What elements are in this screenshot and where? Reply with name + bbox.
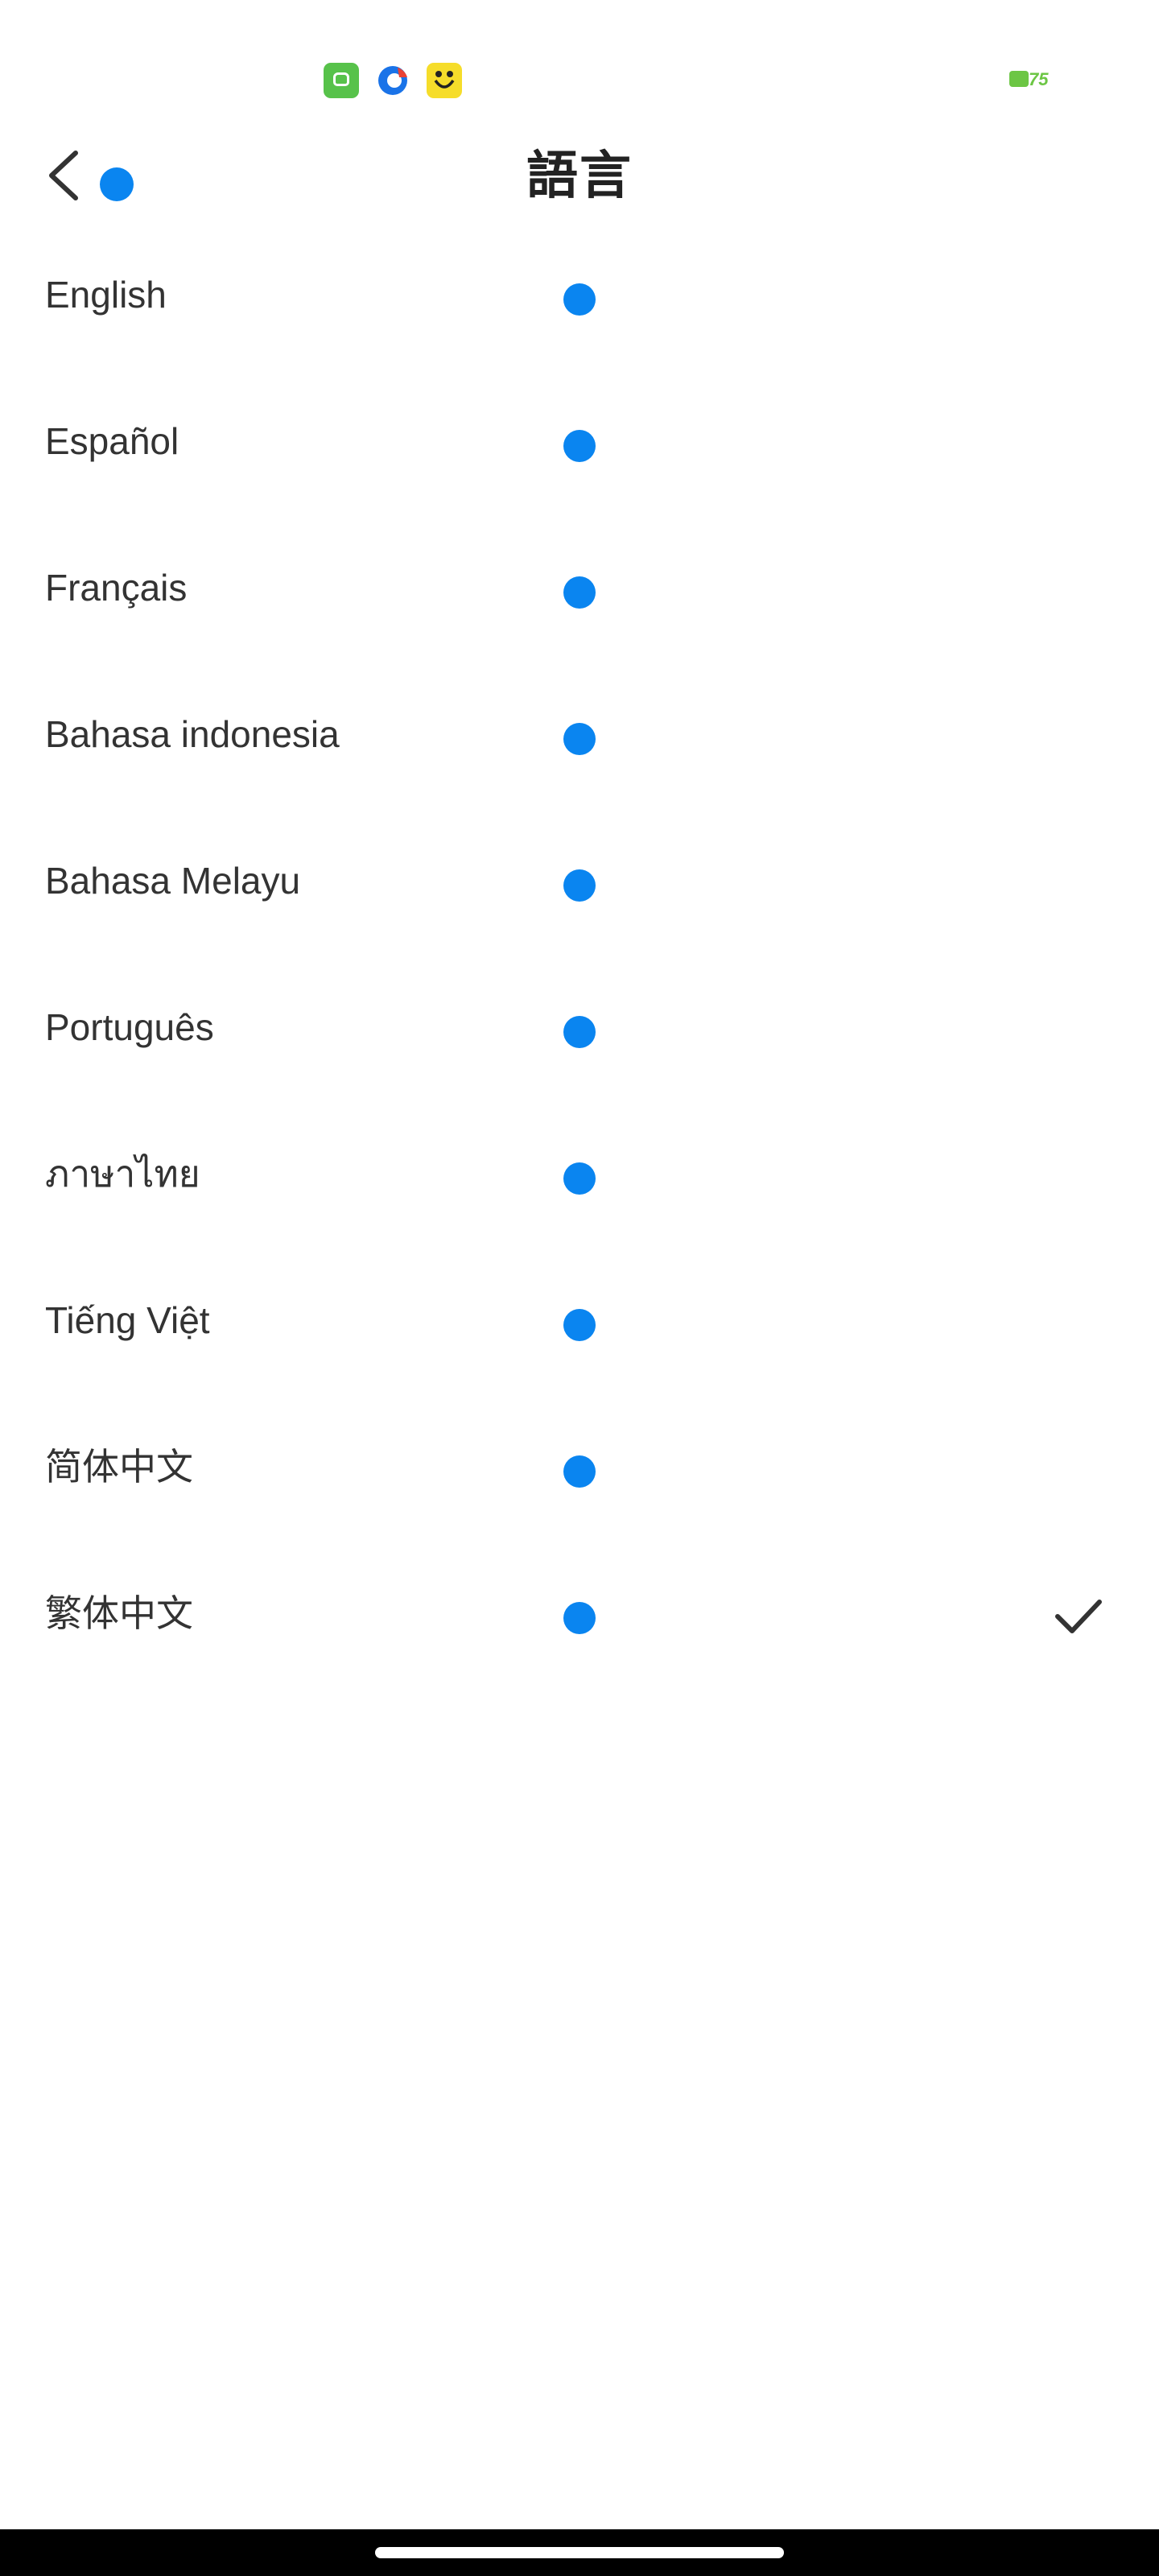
language-dot — [563, 723, 596, 755]
language-label: 繁体中文 — [45, 1592, 193, 1634]
language-item[interactable]: Bahasa Melayu — [0, 811, 1159, 958]
browser-icon — [375, 63, 410, 98]
language-dot — [563, 576, 596, 609]
smiley-app-icon — [427, 63, 462, 98]
language-dot — [563, 283, 596, 316]
page-title: 語言 — [526, 147, 633, 204]
language-dot — [563, 430, 596, 462]
language-label: English — [45, 274, 167, 316]
language-dot — [563, 1309, 596, 1341]
battery-icon — [1009, 71, 1029, 87]
language-label: 简体中文 — [45, 1446, 193, 1488]
language-item[interactable]: Português — [0, 958, 1159, 1104]
status-bar: 75 — [0, 0, 1159, 121]
language-label: Português — [45, 1006, 214, 1048]
navigation-bar — [0, 2529, 1159, 2576]
language-label: Español — [45, 420, 179, 462]
language-settings-screen: 75 語言 English Español Français Bahasa indon… — [0, 0, 1159, 2576]
language-item[interactable]: 简体中文 — [0, 1397, 1159, 1544]
language-list: English Español Français Bahasa indonesia Ba… — [0, 225, 1159, 1690]
checkmark-icon — [1055, 1600, 1102, 1633]
language-item[interactable]: 繁体中文 — [0, 1544, 1159, 1690]
language-label: Bahasa indonesia — [45, 713, 340, 755]
home-indicator[interactable] — [375, 2547, 784, 2558]
language-dot — [563, 1162, 596, 1195]
language-dot — [563, 1455, 596, 1488]
language-item[interactable]: Español — [0, 372, 1159, 518]
header: 語言 — [0, 121, 1159, 225]
language-dot — [563, 1016, 596, 1048]
language-item[interactable]: Tiếng Việt — [0, 1251, 1159, 1397]
language-label: Tiếng Việt — [45, 1299, 210, 1341]
android-app-icon — [324, 63, 359, 98]
language-label: Français — [45, 567, 188, 609]
battery-level: 75 — [1029, 69, 1049, 89]
language-label: Bahasa Melayu — [45, 860, 301, 902]
language-dot — [563, 869, 596, 902]
language-item[interactable]: ภาษาไทย — [0, 1104, 1159, 1251]
language-item[interactable]: English — [0, 225, 1159, 372]
language-label: ภาษาไทย — [45, 1153, 200, 1195]
language-dot — [563, 1602, 596, 1634]
language-item[interactable]: Français — [0, 518, 1159, 665]
language-item[interactable]: Bahasa indonesia — [0, 665, 1159, 811]
battery-indicator: 75 — [1009, 69, 1051, 90]
